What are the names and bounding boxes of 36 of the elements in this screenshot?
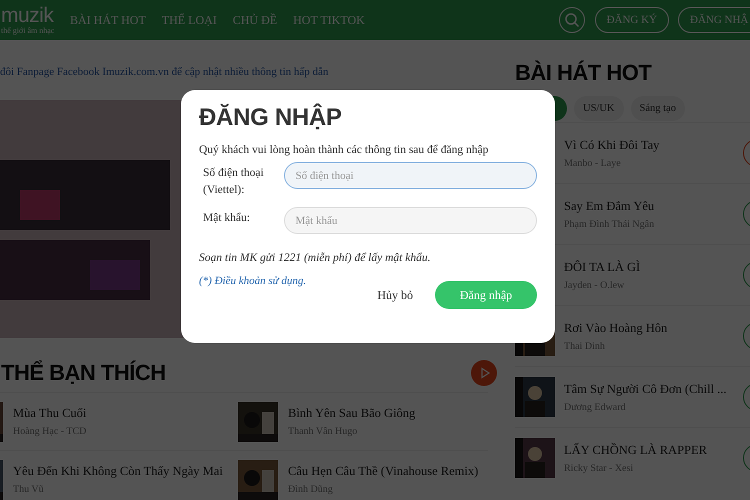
cancel-button[interactable]: Hủy bỏ [371,284,419,306]
play-button[interactable] [471,360,497,386]
terms-link[interactable]: (*) Điều khoản sử dụng. [199,275,306,287]
genre-chip[interactable]: Sáng tạo [630,96,685,121]
song-title[interactable]: Câu Hẹn Câu Thề (Vinahouse Remix) [288,464,478,479]
notice-text: đôi Fanpage Facebook Imuzik.com.vn để cập nhật nhiều thông tin hấp dẫn [0,66,330,80]
song-title[interactable]: Say Em Đắm Yêu [564,198,654,214]
input-field[interactable]: Mật khẩu [284,207,537,234]
nav-link[interactable]: BÀI HÁT HOT [70,12,146,28]
dialog-intro: Quý khách vui lòng hoàn thành các thông tin sau để đăng nhập [199,144,490,156]
section-title: BÀI HÁT HOT [515,60,653,86]
song-title[interactable]: Tâm Sự Người Cô Đơn (Chill ... [564,382,727,396]
search-button[interactable] [558,7,585,33]
song-title[interactable]: Rơi Vào Hoàng Hôn [564,320,668,336]
song-title[interactable]: Bình Yên Sau Bão Giông [288,406,416,421]
field-label: Mật khẩu: [202,211,251,226]
nav-link[interactable]: HOT TIKTOK [293,12,365,28]
field-label: Số điện thoại (Viettel): [202,166,265,198]
song-title[interactable]: Vì Có Khi Đôi Tay [564,138,660,152]
password-hint: Soạn tin MK gửi 1221 (miễn phí) để lấy mật khẩu. [199,252,432,264]
song-title[interactable]: Mùa Thu Cuối [13,406,86,421]
search-icon [564,12,580,28]
submit-button[interactable]: Đăng nhập [435,281,537,309]
login-button[interactable]: ĐĂNG NHẬ [678,7,750,33]
song-title[interactable]: ĐÔI TA LÀ GÌ [564,260,640,274]
nav-link[interactable]: THỂ LOẠI [162,12,217,28]
section-title: THỂ BẠN THÍCH [1,360,166,386]
input-field[interactable]: Số điện thoại [284,162,537,189]
play-icon [479,367,491,379]
song-title[interactable]: LẤY CHỒNG LÀ RAPPER [564,442,707,458]
register-button[interactable]: ĐĂNG KÝ [594,7,669,33]
logo-tagline: thế giới âm nhạc [1,26,56,35]
nav-link[interactable]: CHỦ ĐỀ [232,12,278,28]
genre-chip[interactable]: US/UK [574,96,624,121]
song-title[interactable]: Yêu Đến Khi Không Còn Thấy Ngày Mai [13,464,223,479]
dialog-title: ĐĂNG NHẬP [199,104,343,132]
